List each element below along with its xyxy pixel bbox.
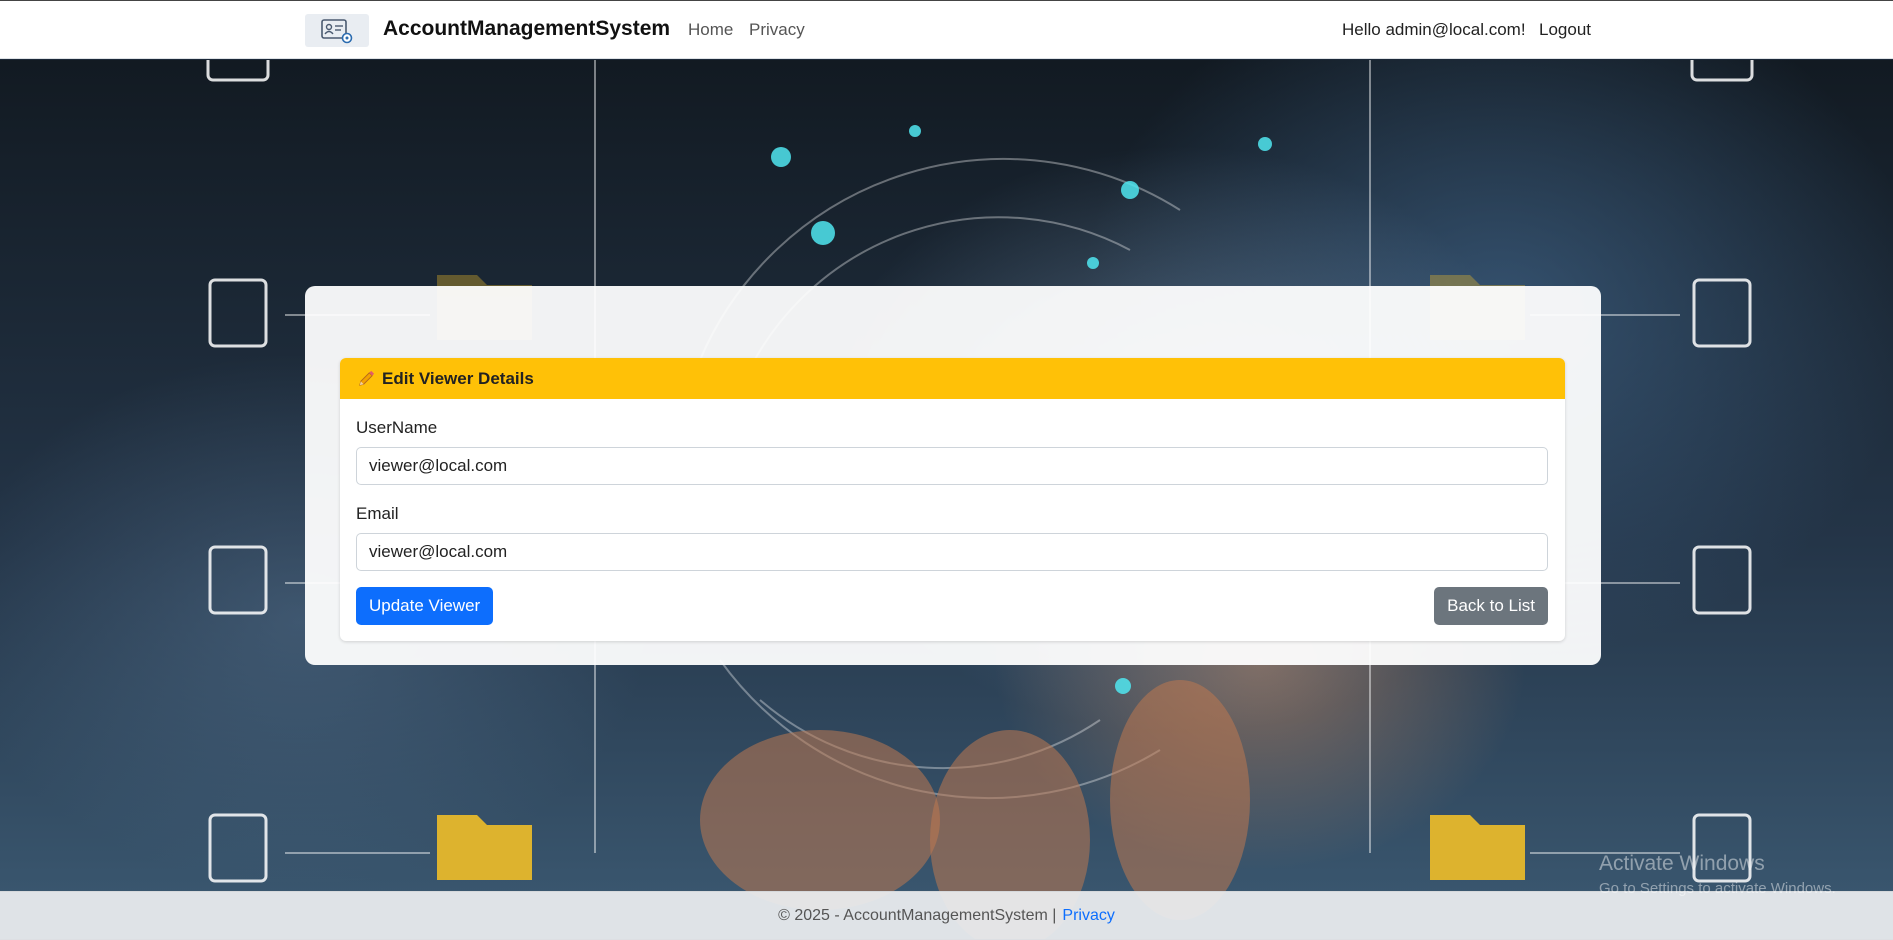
back-to-list-button[interactable]: Back to List — [1434, 587, 1548, 625]
card-title: Edit Viewer Details — [382, 368, 534, 388]
footer-privacy-link[interactable]: Privacy — [1062, 907, 1114, 925]
card-header: Edit Viewer Details — [340, 358, 1565, 399]
email-label: Email — [356, 504, 399, 523]
page-footer: © 2025 - AccountManagementSystem | Priva… — [0, 891, 1893, 940]
account-settings-icon[interactable] — [305, 14, 369, 47]
logout-link[interactable]: Logout — [1539, 20, 1591, 40]
top-navbar: AccountManagementSystem Home Privacy Hel… — [0, 0, 1893, 59]
watermark-title: Activate Windows — [1599, 852, 1765, 875]
edit-viewer-card: Edit Viewer Details UserName Email Updat… — [340, 358, 1565, 641]
user-greeting: Hello admin@local.com! — [1342, 20, 1526, 39]
nav-link-home[interactable]: Home — [688, 20, 733, 40]
windows-activation-watermark: Activate Windows Go to Settings to activ… — [1599, 852, 1836, 897]
nav-link-privacy[interactable]: Privacy — [749, 20, 805, 40]
username-label: UserName — [356, 418, 438, 437]
watermark-subtitle: Go to Settings to activate Windows. — [1599, 880, 1836, 897]
username-input[interactable] — [356, 447, 1548, 485]
email-input[interactable] — [356, 533, 1548, 571]
update-viewer-button[interactable]: Update Viewer — [356, 587, 494, 625]
content-panel: Edit Viewer Details UserName Email Updat… — [305, 286, 1601, 665]
brand-title[interactable]: AccountManagementSystem — [383, 17, 670, 41]
pencil-icon — [357, 369, 376, 388]
footer-copyright: © 2025 - AccountManagementSystem | — [778, 907, 1057, 924]
